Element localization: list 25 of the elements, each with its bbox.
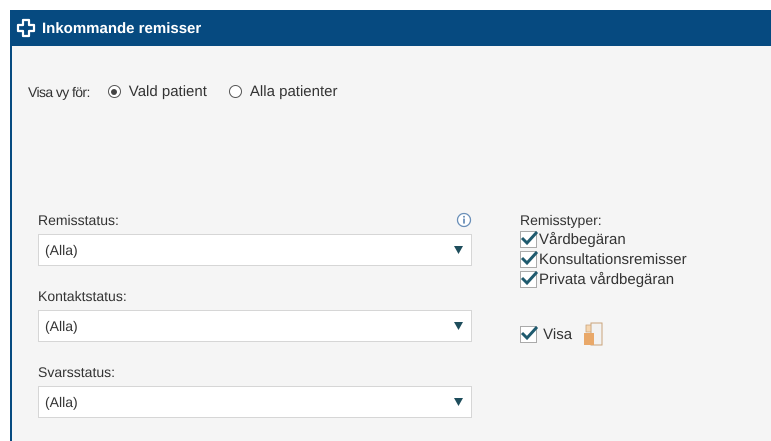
dropdown[interactable]: (Alla) (38, 310, 472, 342)
radio-option[interactable]: Alla patienter (228, 83, 338, 100)
panel-title: Inkommande remisser (42, 20, 202, 36)
filter-label: Remisstatus: (38, 212, 119, 228)
checkmark-icon (520, 324, 538, 340)
filter-label: Kontaktstatus: (38, 288, 127, 304)
radio-option[interactable]: Vald patient (108, 83, 207, 100)
dropdown-arrow-icon (454, 322, 463, 330)
dropdown-arrow-icon (454, 398, 463, 406)
dropdown[interactable]: (Alla) (38, 386, 472, 418)
referral-types-label: Remisstyper: (520, 212, 603, 228)
show-checkbox[interactable]: Visa (520, 326, 572, 342)
checkmark-icon (520, 250, 538, 266)
plus-icon (16, 18, 36, 38)
checkmark-icon (520, 270, 538, 286)
checkmark-icon (520, 230, 538, 246)
view-for-label: Visa vy för: (28, 84, 90, 100)
document-icon[interactable] (582, 321, 604, 347)
info-icon[interactable] (456, 212, 472, 228)
dropdown-arrow-icon (454, 246, 463, 254)
checkbox-option[interactable]: Vårdbegäran (520, 231, 687, 248)
checkbox-option[interactable]: Privata vårdbegäran (520, 271, 687, 288)
checkbox-option[interactable]: Konsultationsremisser (520, 251, 687, 268)
filter-label: Svarsstatus: (38, 364, 116, 380)
dropdown[interactable]: (Alla) (38, 234, 472, 266)
